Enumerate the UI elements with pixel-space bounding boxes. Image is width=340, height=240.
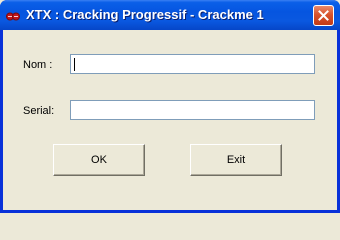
nom-label: Nom : — [23, 59, 53, 71]
dialog-body: Nom : Serial: OK Exit — [3, 30, 337, 210]
serial-input[interactable] — [70, 100, 315, 120]
exit-button-label: Exit — [226, 154, 246, 166]
serial-label: Serial: — [23, 105, 55, 117]
close-icon — [318, 10, 329, 21]
title-bar[interactable]: XTX : Cracking Progressif - Crackme 1 — [0, 0, 340, 30]
app-icon — [6, 9, 20, 21]
nom-input[interactable] — [70, 54, 315, 74]
close-button[interactable] — [313, 5, 334, 26]
window-title: XTX : Cracking Progressif - Crackme 1 — [26, 7, 264, 22]
exit-button[interactable]: Exit — [190, 144, 282, 176]
ok-button-label: OK — [91, 154, 107, 166]
ok-button[interactable]: OK — [53, 144, 145, 176]
crackme-window: XTX : Cracking Progressif - Crackme 1 No… — [0, 0, 340, 213]
text-caret — [74, 58, 75, 71]
